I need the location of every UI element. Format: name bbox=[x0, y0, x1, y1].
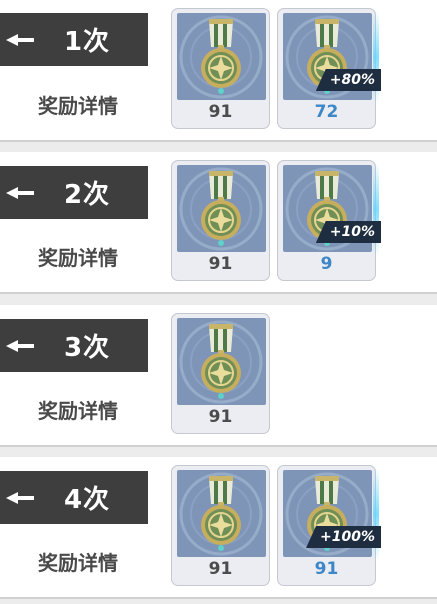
times-label: 3次 bbox=[63, 333, 111, 363]
round-panel: 2次 奖励详情 91 +10% 9 bbox=[0, 152, 437, 294]
reward-card[interactable]: 91 bbox=[171, 160, 270, 281]
round-panel: 3次 奖励详情 91 bbox=[0, 305, 437, 447]
round-tag: 1次 bbox=[0, 13, 148, 66]
times-label: 1次 bbox=[63, 27, 111, 57]
arrow-icon bbox=[6, 187, 34, 199]
reward-card-bonus[interactable]: +100% 91 bbox=[277, 465, 381, 586]
reward-card[interactable]: 91 bbox=[171, 465, 270, 586]
medal-icon bbox=[177, 13, 266, 100]
round-tag: 2次 bbox=[0, 166, 148, 219]
reward-detail-link[interactable]: 奖励详情 bbox=[38, 90, 118, 119]
reward-detail-link[interactable]: 奖励详情 bbox=[38, 242, 118, 271]
reward-card-bonus[interactable]: +80% 72 bbox=[277, 8, 381, 129]
reward-card[interactable]: 91 bbox=[171, 8, 270, 129]
times-label: 4次 bbox=[63, 485, 111, 515]
reward-quantity: 91 bbox=[208, 407, 233, 427]
reward-card-bonus[interactable]: +10% 9 bbox=[277, 160, 381, 281]
arrow-icon bbox=[6, 340, 34, 352]
reward-quantity: 72 bbox=[314, 102, 339, 122]
medal-icon bbox=[177, 165, 266, 252]
round-panel: 1次 奖励详情 91 +80% 72 bbox=[0, 0, 437, 142]
reward-quantity: 91 bbox=[208, 102, 233, 122]
reward-quantity: 91 bbox=[208, 254, 233, 274]
reward-quantity: 9 bbox=[320, 254, 333, 274]
round-tag: 4次 bbox=[0, 471, 148, 524]
boost-badge: +80% bbox=[315, 69, 381, 91]
times-label: 2次 bbox=[63, 180, 111, 210]
boost-badge: +100% bbox=[306, 526, 381, 548]
arrow-icon bbox=[6, 492, 34, 504]
arrow-icon bbox=[6, 34, 34, 46]
reward-detail-link[interactable]: 奖励详情 bbox=[38, 395, 118, 424]
medal-icon bbox=[177, 470, 266, 557]
reward-quantity: 91 bbox=[314, 559, 339, 579]
reward-detail-link[interactable]: 奖励详情 bbox=[38, 547, 118, 576]
round-panel: 4次 奖励详情 91 +100% 91 bbox=[0, 457, 437, 599]
medal-icon bbox=[177, 318, 266, 405]
reward-card[interactable]: 91 bbox=[171, 313, 270, 434]
boost-badge: +10% bbox=[315, 221, 381, 243]
round-tag: 3次 bbox=[0, 319, 148, 372]
reward-quantity: 91 bbox=[208, 559, 233, 579]
